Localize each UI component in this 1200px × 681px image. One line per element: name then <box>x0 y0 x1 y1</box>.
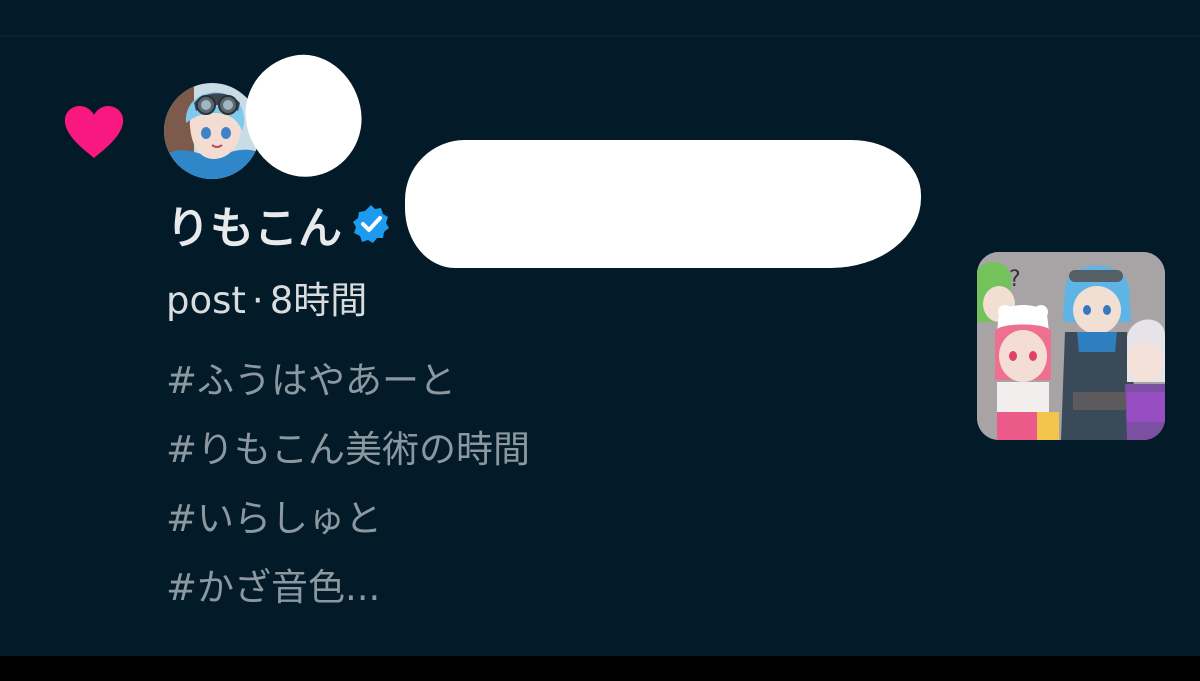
avatar[interactable] <box>164 83 260 179</box>
post-image-thumbnail[interactable]: ? <box>977 252 1165 440</box>
notification-screen: りもこん post · 8時間 #ふうはやあーと #りもこん美術の時間 #いらしゅと… <box>0 0 1200 681</box>
hashtag-link[interactable]: #りもこん美術の時間 <box>166 415 530 484</box>
redaction-mark <box>405 140 921 268</box>
user-name-row: りもこん <box>166 194 392 254</box>
heart-icon <box>64 106 124 158</box>
post-time: 8時間 <box>269 279 368 322</box>
post-meta: post · 8時間 <box>166 270 367 324</box>
thumbnail-illustration: ? <box>977 252 1165 440</box>
svg-text:?: ? <box>1009 267 1021 292</box>
divider <box>0 35 1200 37</box>
verified-badge-icon <box>353 205 389 243</box>
hashtag-link[interactable]: #かざ音色... <box>166 553 530 622</box>
hashtag-link[interactable]: #いらしゅと <box>166 484 530 553</box>
avatar-illustration <box>164 83 260 179</box>
meta-separator: · <box>251 279 264 322</box>
bottom-bar <box>0 656 1200 681</box>
hashtag-link[interactable]: #ふうはやあーと <box>166 346 530 415</box>
post-text: #ふうはやあーと #りもこん美術の時間 #いらしゅと #かざ音色... <box>166 346 530 622</box>
redaction-mark <box>234 44 373 188</box>
display-name[interactable]: りもこん <box>166 192 342 256</box>
post-kind: post <box>166 279 246 322</box>
